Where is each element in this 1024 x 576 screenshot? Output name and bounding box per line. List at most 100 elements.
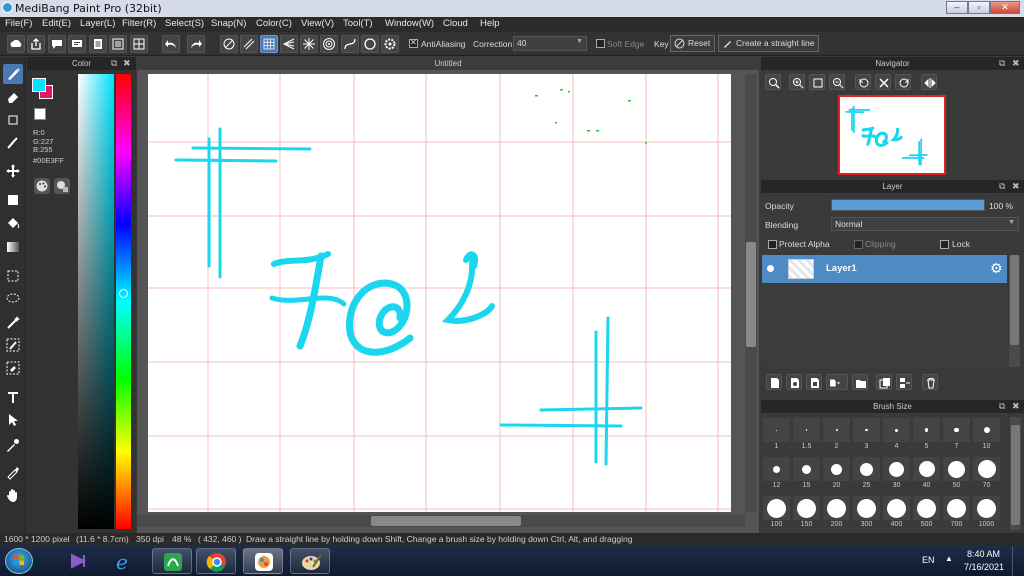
blur-tool[interactable] [3,133,23,153]
brush-size-option[interactable]: 400 [883,496,910,532]
parallel-snap-icon[interactable] [240,35,258,53]
radial-snap-icon[interactable] [300,35,318,53]
horizontal-scrollbar[interactable] [137,515,745,527]
cloud-icon[interactable] [7,35,25,53]
text-tool[interactable] [3,387,23,407]
brush-size-option[interactable]: 70 [973,457,1000,493]
snap-settings-icon[interactable] [381,35,399,53]
redo-icon[interactable] [187,35,205,53]
clock-date[interactable]: 7/16/2021 [964,562,1004,572]
dot-tool[interactable] [3,110,23,130]
undock-icon[interactable]: ⧉ [999,180,1005,193]
select-pen-tool[interactable] [3,335,23,355]
document-icon[interactable] [89,35,107,53]
grid-snap-icon[interactable] [260,35,278,53]
show-desktop-button[interactable] [1012,546,1024,576]
transparent-color-swatch[interactable] [34,108,46,120]
eyedropper-tool[interactable] [3,435,23,455]
new-8bit-layer-icon[interactable] [806,374,822,390]
brush-size-option[interactable]: 200 [823,496,850,532]
brush-size-option[interactable]: 20 [823,457,850,493]
visibility-eye-icon[interactable] [767,265,774,272]
brush-size-scrollbar[interactable] [1010,417,1021,530]
saturation-value-field[interactable] [78,74,114,529]
gradient-tool[interactable] [3,237,23,257]
start-button[interactable] [5,548,33,574]
undo-icon[interactable] [162,35,180,53]
soft-edge-checkbox[interactable] [596,39,605,48]
reset-rotation-icon[interactable] [875,74,891,90]
move-tool[interactable] [3,161,23,181]
brush-size-option[interactable]: 1.5 [793,418,820,454]
zoom-fit-icon[interactable] [765,74,781,90]
brush-size-option[interactable]: 150 [793,496,820,532]
dropper-tool[interactable] [3,462,23,482]
drawing-canvas[interactable] [148,74,731,512]
list-icon[interactable] [109,35,127,53]
undock-icon[interactable]: ⧉ [999,400,1005,413]
clipping-checkbox[interactable] [854,240,863,249]
navigator-preview[interactable] [838,95,946,175]
panel-close-icon[interactable]: ✖ [1012,180,1020,193]
maximize-button[interactable]: ▫ [968,1,990,14]
panel-close-icon[interactable]: ✖ [1012,400,1020,413]
correction-select[interactable]: 40 ▼ [513,36,587,51]
brush-size-option[interactable]: 12 [763,457,790,493]
blending-select[interactable]: Normal ▼ [831,217,1019,231]
new-halftone-layer-icon[interactable] [786,374,802,390]
tray-expand-icon[interactable]: ▲ [945,554,953,563]
palette-icon[interactable] [34,178,50,194]
menu-help[interactable]: Help [480,18,500,29]
brush-size-option[interactable]: 50 [943,457,970,493]
menu-view[interactable]: View(V) [301,18,334,29]
brush-size-option[interactable]: 7 [943,418,970,454]
visual-studio-icon[interactable] [58,548,98,574]
rotate-right-icon[interactable] [895,74,911,90]
menu-color[interactable]: Color(C) [256,18,292,29]
new-layer-icon[interactable] [766,374,782,390]
zoom-out-icon[interactable] [829,74,845,90]
layer-list-scrollbar[interactable] [1009,255,1020,367]
hue-slider-handle[interactable] [119,289,128,298]
share-icon[interactable] [27,35,45,53]
curve-snap-icon[interactable] [341,35,359,53]
menu-edit[interactable]: Edit(E) [42,18,71,29]
zoom-in-icon[interactable] [789,74,805,90]
layer-add-menu-icon[interactable] [826,374,848,390]
close-button[interactable]: ✕ [990,1,1020,14]
menu-select[interactable]: Select(S) [165,18,204,29]
concentric-snap-icon[interactable] [320,35,338,53]
select-tool[interactable] [3,266,23,286]
document-tab[interactable]: Untitled [137,57,759,70]
menu-snap[interactable]: Snap(N) [211,18,246,29]
eraser-tool[interactable] [3,87,23,107]
brush-size-option[interactable]: 5 [913,418,940,454]
brush-size-option[interactable]: 10 [973,418,1000,454]
menu-file[interactable]: File(F) [5,18,32,29]
brush-size-option[interactable]: 300 [853,496,880,532]
chrome-icon[interactable] [196,548,236,574]
brush-size-option[interactable]: 1 [763,418,790,454]
clock-time[interactable]: 8:40 AM [967,549,1000,559]
lock-checkbox[interactable] [940,240,949,249]
brush-size-option[interactable]: 30 [883,457,910,493]
fit-window-icon[interactable] [809,74,825,90]
internet-explorer-icon[interactable]: e [104,548,144,574]
duplicate-layer-icon[interactable] [876,374,892,390]
layer-row[interactable]: Layer1 ⚙ [762,255,1007,283]
grid-icon[interactable] [130,35,148,53]
panel-close-icon[interactable]: ✖ [123,57,131,70]
paint-icon[interactable] [290,548,330,574]
brush-size-option[interactable]: 25 [853,457,880,493]
undock-icon[interactable]: ⧉ [999,57,1005,70]
magic-wand-tool[interactable] [3,312,23,332]
menu-cloud[interactable]: Cloud [443,18,468,29]
folder-icon[interactable] [852,374,868,390]
primary-color-swatch[interactable] [32,78,46,92]
brush-size-option[interactable]: 100 [763,496,790,532]
protect-alpha-checkbox[interactable] [768,240,777,249]
fill-rect-tool[interactable] [3,190,23,210]
brush-size-option[interactable]: 700 [943,496,970,532]
trash-icon[interactable] [922,374,938,390]
ellipse-snap-icon[interactable] [361,35,379,53]
